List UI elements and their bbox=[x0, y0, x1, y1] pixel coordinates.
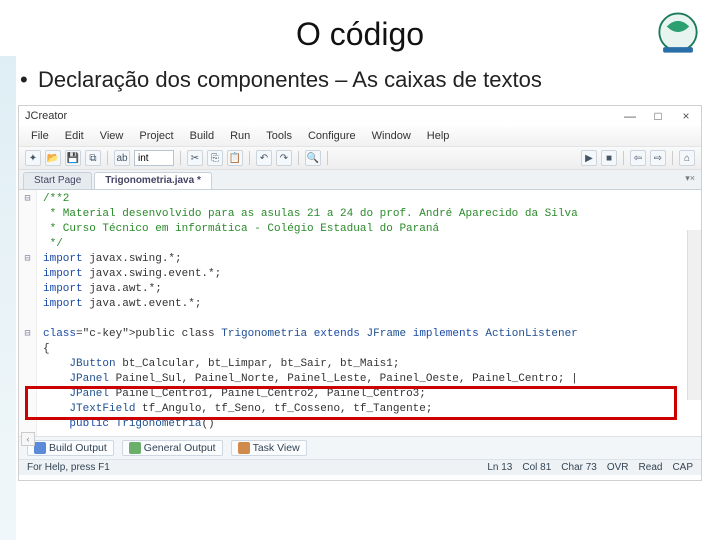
status-bar: For Help, press F1 Ln 13 Col 81 Char 73 … bbox=[19, 459, 701, 475]
tab-general-output[interactable]: General Output bbox=[122, 440, 223, 456]
menu-configure[interactable]: Configure bbox=[302, 129, 362, 143]
undo-icon[interactable]: ↶ bbox=[256, 150, 272, 166]
tab-task-view[interactable]: Task View bbox=[231, 440, 307, 456]
vertical-scrollbar[interactable] bbox=[687, 230, 701, 400]
menu-edit[interactable]: Edit bbox=[59, 129, 90, 143]
ide-window: JCreator — □ × File Edit View Project Bu… bbox=[18, 105, 702, 481]
slide-bullet: Declaração dos componentes – As caixas d… bbox=[0, 53, 720, 99]
build-icon bbox=[34, 442, 46, 454]
find-icon[interactable]: 🔍 bbox=[305, 150, 321, 166]
menu-tools[interactable]: Tools bbox=[260, 129, 298, 143]
app-title: JCreator bbox=[25, 110, 67, 122]
copy-icon[interactable]: ⎘ bbox=[207, 150, 223, 166]
status-cap: CAP bbox=[672, 462, 693, 473]
status-ovr: OVR bbox=[607, 462, 629, 473]
status-col: Col 81 bbox=[522, 462, 551, 473]
home-icon[interactable]: ⌂ bbox=[679, 150, 695, 166]
close-button[interactable]: × bbox=[677, 109, 695, 123]
editor-tabs: Start Page Trigonometria.java * ▾× bbox=[19, 170, 701, 190]
run-icon[interactable]: ▶ bbox=[581, 150, 597, 166]
toolbar: ✦ 📂 💾 ⧉ ab ✂ ⎘ 📋 ↶ ↷ 🔍 ▶ ■ ⇦ ⇨ ⌂ bbox=[19, 147, 701, 170]
redo-icon[interactable]: ↷ bbox=[276, 150, 292, 166]
tabs-dropdown-close[interactable]: ▾× bbox=[685, 173, 695, 184]
paste-icon[interactable]: 📋 bbox=[227, 150, 243, 166]
saveall-icon[interactable]: ⧉ bbox=[85, 150, 101, 166]
menu-view[interactable]: View bbox=[94, 129, 130, 143]
save-icon[interactable]: 💾 bbox=[65, 150, 81, 166]
output-icon bbox=[129, 442, 141, 454]
type-icon[interactable]: ab bbox=[114, 150, 130, 166]
tab-trigonometria[interactable]: Trigonometria.java * bbox=[94, 172, 212, 189]
slide-title: O código bbox=[0, 0, 720, 53]
tab-start-page[interactable]: Start Page bbox=[23, 172, 92, 189]
menu-project[interactable]: Project bbox=[133, 129, 179, 143]
menu-help[interactable]: Help bbox=[421, 129, 456, 143]
cut-icon[interactable]: ✂ bbox=[187, 150, 203, 166]
code-editor[interactable]: ⊟⊟⊟ /**2 * Material desenvolvido para as… bbox=[19, 190, 701, 436]
status-char: Char 73 bbox=[561, 462, 597, 473]
menu-file[interactable]: File bbox=[25, 129, 55, 143]
status-read: Read bbox=[639, 462, 663, 473]
titlebar: JCreator — □ × bbox=[19, 106, 701, 126]
panel-collapse-icon[interactable]: ‹ bbox=[21, 432, 35, 446]
tab-build-output[interactable]: Build Output bbox=[27, 440, 114, 456]
back-icon[interactable]: ⇦ bbox=[630, 150, 646, 166]
output-tabs: Build Output General Output Task View bbox=[19, 436, 701, 459]
menu-run[interactable]: Run bbox=[224, 129, 256, 143]
status-line: Ln 13 bbox=[487, 462, 512, 473]
menu-window[interactable]: Window bbox=[366, 129, 417, 143]
minimize-button[interactable]: — bbox=[621, 109, 639, 123]
maximize-button[interactable]: □ bbox=[649, 109, 667, 123]
type-input[interactable] bbox=[134, 150, 174, 166]
task-icon bbox=[238, 442, 250, 454]
fwd-icon[interactable]: ⇨ bbox=[650, 150, 666, 166]
stop-icon[interactable]: ■ bbox=[601, 150, 617, 166]
menubar: File Edit View Project Build Run Tools C… bbox=[19, 126, 701, 147]
code-body[interactable]: /**2 * Material desenvolvido para as asu… bbox=[37, 190, 701, 436]
fold-gutter[interactable]: ⊟⊟⊟ bbox=[19, 190, 37, 436]
menu-build[interactable]: Build bbox=[184, 129, 220, 143]
open-icon[interactable]: 📂 bbox=[45, 150, 61, 166]
status-help: For Help, press F1 bbox=[27, 462, 110, 473]
new-icon[interactable]: ✦ bbox=[25, 150, 41, 166]
